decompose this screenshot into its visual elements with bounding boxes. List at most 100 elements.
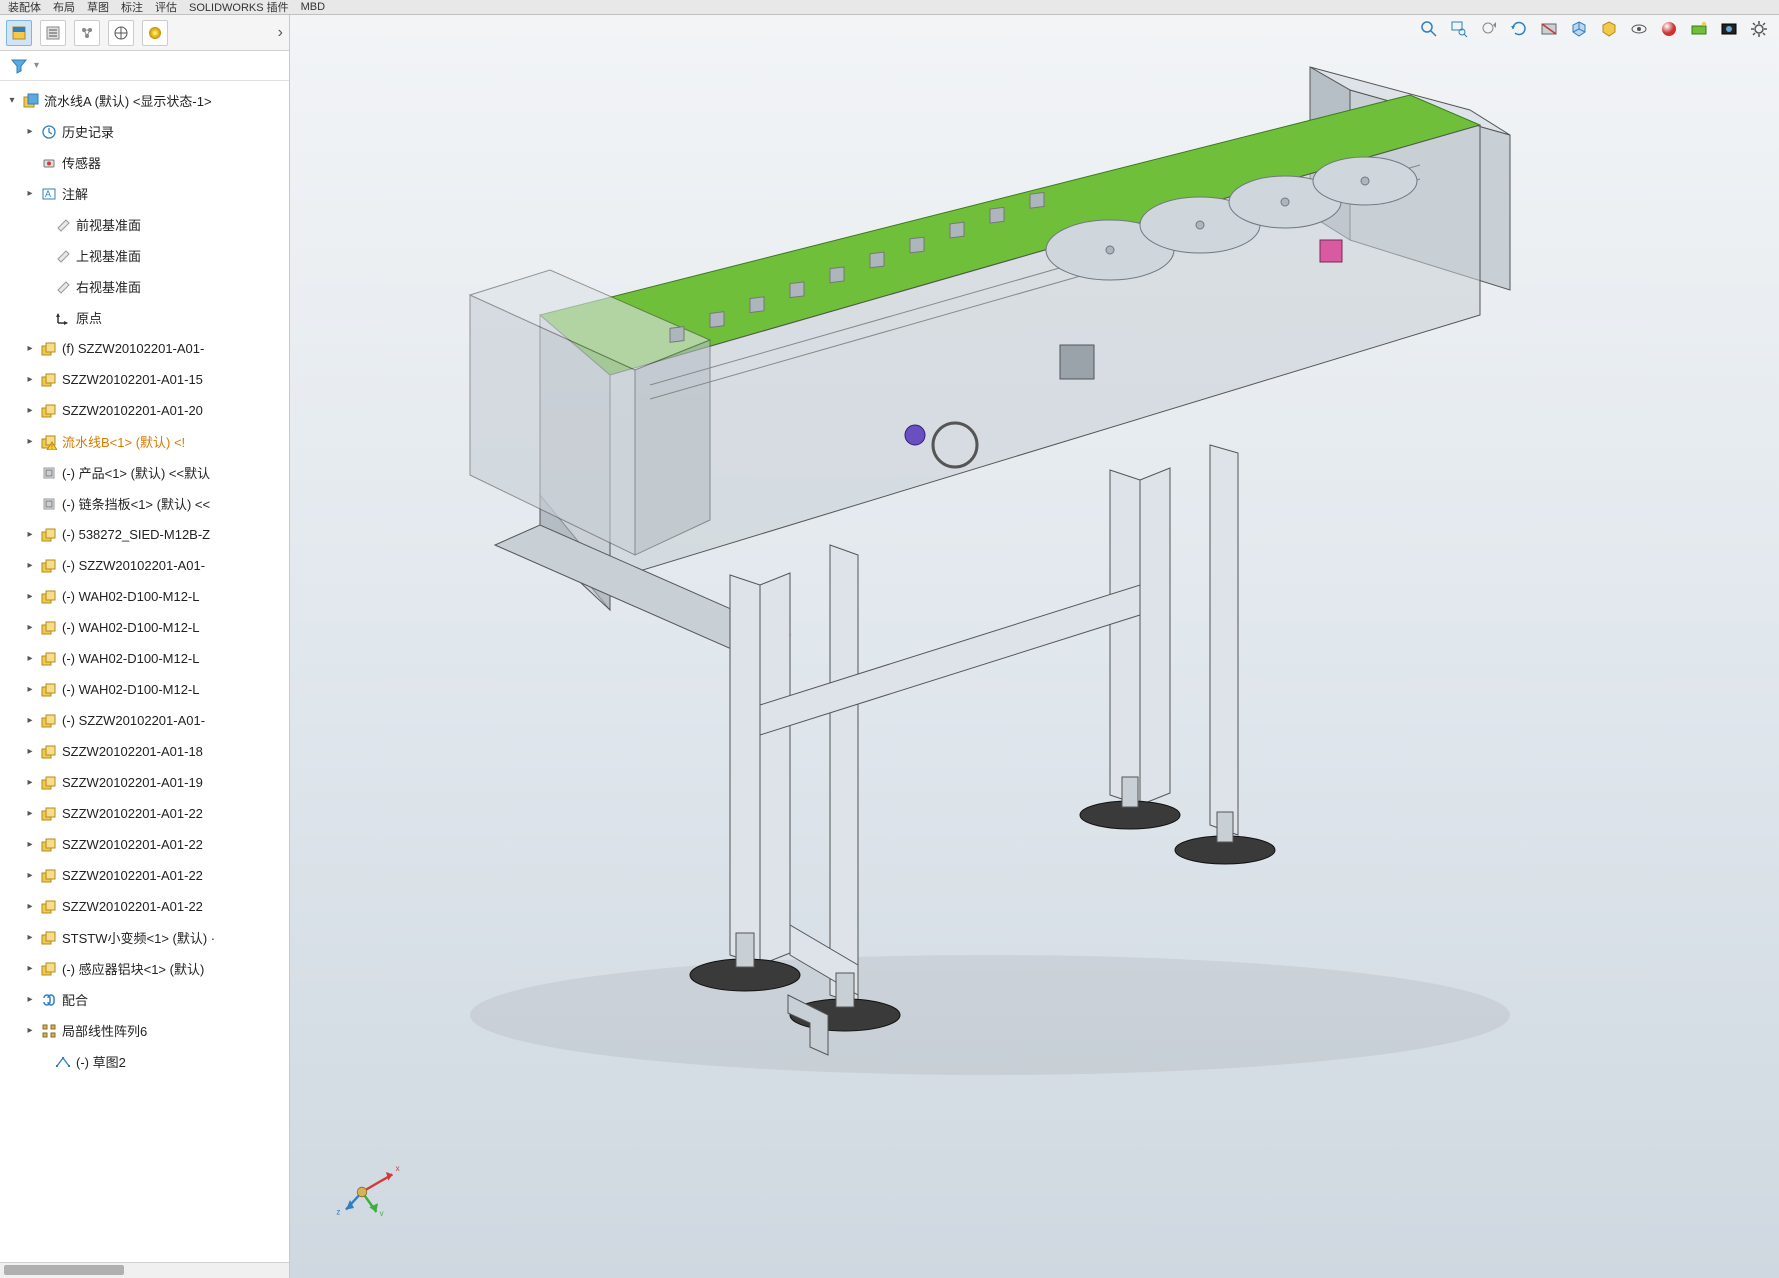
- more-managers-chevron-icon[interactable]: ›: [278, 24, 283, 42]
- tree-root[interactable]: ▾ 流水线A (默认) <显示状态-1>: [0, 85, 289, 116]
- command-manager-tabs[interactable]: 装配体 布局 草图 标注 评估 SOLIDWORKS 插件 MBD: [0, 0, 1779, 15]
- tree-node[interactable]: 前视基准面: [0, 209, 289, 240]
- tree-node[interactable]: (-) 产品<1> (默认) <<默认: [0, 457, 289, 488]
- part-icon: [40, 681, 58, 699]
- filter-icon[interactable]: [8, 55, 30, 77]
- tree-node-label: 历史记录: [62, 122, 283, 141]
- orientation-triad[interactable]: x y z: [330, 1136, 410, 1216]
- tree-node[interactable]: ▸(-) WAH02-D100-M12-L: [0, 643, 289, 674]
- annotation-icon: A: [40, 185, 58, 203]
- tree-node-label: (-) WAH02-D100-M12-L: [62, 682, 283, 697]
- tree-node-label: (-) 感应器铝块<1> (默认): [62, 959, 283, 978]
- mates-icon: [40, 991, 58, 1009]
- tree-node[interactable]: ▸ (-) WAH02-D100-M12-L: [0, 674, 289, 705]
- part-icon: [40, 340, 58, 358]
- tree-node-label: SZZW20102201-A01-22: [62, 899, 283, 914]
- expander-icon[interactable]: ▸: [24, 901, 36, 913]
- part-icon: [40, 867, 58, 885]
- tree-node[interactable]: ▸局部线性阵列6: [0, 1015, 289, 1046]
- configuration-manager-tab[interactable]: [74, 20, 100, 46]
- tree-node[interactable]: ▸SZZW20102201-A01-19: [0, 767, 289, 798]
- tree-node[interactable]: ▸SZZW20102201-A01-22: [0, 829, 289, 860]
- expander-icon[interactable]: ▸: [24, 839, 36, 851]
- dimxpert-manager-tab[interactable]: [108, 20, 134, 46]
- expander-icon[interactable]: ▸: [24, 405, 36, 417]
- display-manager-tab[interactable]: [142, 20, 168, 46]
- expander-icon[interactable]: ▾: [6, 95, 18, 107]
- expander-icon[interactable]: ▸: [24, 653, 36, 665]
- svg-text:A: A: [45, 189, 51, 199]
- expander-icon[interactable]: ▸: [24, 188, 36, 200]
- tree-node-label: 上视基准面: [76, 246, 283, 265]
- tree-node[interactable]: ▸ STSTW小变频<1> (默认) ·: [0, 922, 289, 953]
- expander-icon[interactable]: ▸: [24, 932, 36, 944]
- tree-node[interactable]: 原点: [0, 302, 289, 333]
- expander-icon[interactable]: ▸: [24, 622, 36, 634]
- sensor-icon: [40, 154, 58, 172]
- expander-icon[interactable]: ▸: [24, 963, 36, 975]
- tree-node[interactable]: ▸ (-) 感应器铝块<1> (默认): [0, 953, 289, 984]
- expander-icon[interactable]: ▸: [24, 994, 36, 1006]
- tree-node[interactable]: ▸(-) WAH02-D100-M12-L: [0, 612, 289, 643]
- menu-tab[interactable]: 草图: [87, 0, 109, 15]
- part-icon: [40, 588, 58, 606]
- tree-node-label: SZZW20102201-A01-22: [62, 806, 283, 821]
- tree-node[interactable]: ▸SZZW20102201-A01-20: [0, 395, 289, 426]
- tree-node[interactable]: 上视基准面: [0, 240, 289, 271]
- part-icon: [40, 402, 58, 420]
- tree-node-label: 原点: [76, 308, 283, 327]
- tree-node[interactable]: ▸配合: [0, 984, 289, 1015]
- part-icon: [40, 712, 58, 730]
- menu-tab[interactable]: 布局: [53, 0, 75, 15]
- tree-node[interactable]: ▸(-) WAH02-D100-M12-L: [0, 581, 289, 612]
- expander-icon[interactable]: ▸: [24, 436, 36, 448]
- feature-tree[interactable]: ▾ 流水线A (默认) <显示状态-1> ▸历史记录传感器▸A注解前视基准面上视…: [0, 81, 289, 1262]
- expander-icon[interactable]: ▸: [24, 343, 36, 355]
- tree-node[interactable]: ▸ SZZW20102201-A01-22: [0, 798, 289, 829]
- tree-node-label: (-) SZZW20102201-A01-: [62, 713, 283, 728]
- expander-icon[interactable]: ▸: [24, 591, 36, 603]
- tree-node[interactable]: ▸(-) SZZW20102201-A01-: [0, 550, 289, 581]
- expander-icon[interactable]: ▸: [24, 529, 36, 541]
- tree-node[interactable]: (-) 链条挡板<1> (默认) <<: [0, 488, 289, 519]
- menu-tab[interactable]: 标注: [121, 0, 143, 15]
- expander-icon[interactable]: ▸: [24, 746, 36, 758]
- tree-node[interactable]: ▸ 历史记录: [0, 116, 289, 147]
- tree-node[interactable]: ▸ SZZW20102201-A01-18: [0, 736, 289, 767]
- tree-node-label: STSTW小变频<1> (默认) ·: [62, 928, 283, 947]
- property-manager-tab[interactable]: [40, 20, 66, 46]
- tree-node[interactable]: ▸ SZZW20102201-A01-22: [0, 891, 289, 922]
- menu-tab[interactable]: SOLIDWORKS 插件: [189, 0, 289, 15]
- tree-node[interactable]: ▸ (-) SZZW20102201-A01-: [0, 705, 289, 736]
- tree-node[interactable]: (-) 草图2: [0, 1046, 289, 1077]
- feature-manager-tab[interactable]: [6, 20, 32, 46]
- menu-tab[interactable]: 评估: [155, 0, 177, 15]
- tree-node[interactable]: ▸A注解: [0, 178, 289, 209]
- tree-node[interactable]: ▸SZZW20102201-A01-15: [0, 364, 289, 395]
- expander-icon[interactable]: ▸: [24, 715, 36, 727]
- expander-icon[interactable]: ▸: [24, 684, 36, 696]
- tree-node[interactable]: 传感器: [0, 147, 289, 178]
- menu-tab[interactable]: 装配体: [8, 0, 41, 15]
- expander-icon[interactable]: ▸: [24, 374, 36, 386]
- graphics-viewport[interactable]: x y z: [290, 15, 1779, 1278]
- expander-icon[interactable]: ▸: [24, 777, 36, 789]
- expander-icon[interactable]: ▸: [24, 808, 36, 820]
- tree-node[interactable]: ▸(-) 538272_SIED-M12B-Z: [0, 519, 289, 550]
- filter-dropdown-icon[interactable]: ▾: [34, 60, 39, 71]
- tree-node[interactable]: 右视基准面: [0, 271, 289, 302]
- tree-node[interactable]: ▸SZZW20102201-A01-22: [0, 860, 289, 891]
- scrollbar-thumb[interactable]: [4, 1265, 124, 1275]
- tree-horizontal-scrollbar[interactable]: [0, 1262, 289, 1278]
- origin-icon: [54, 309, 72, 327]
- expander-icon[interactable]: ▸: [24, 560, 36, 572]
- axis-x-label: x: [396, 1164, 400, 1173]
- menu-tab[interactable]: MBD: [301, 1, 325, 13]
- tree-node[interactable]: ▸(f) SZZW20102201-A01-: [0, 333, 289, 364]
- part-icon: [40, 557, 58, 575]
- expander-icon[interactable]: ▸: [24, 870, 36, 882]
- tree-node[interactable]: ▸!流水线B<1> (默认) <!: [0, 426, 289, 457]
- expander-icon[interactable]: ▸: [24, 1025, 36, 1037]
- tree-node-label: SZZW20102201-A01-18: [62, 744, 283, 759]
- expander-icon[interactable]: ▸: [24, 126, 36, 138]
